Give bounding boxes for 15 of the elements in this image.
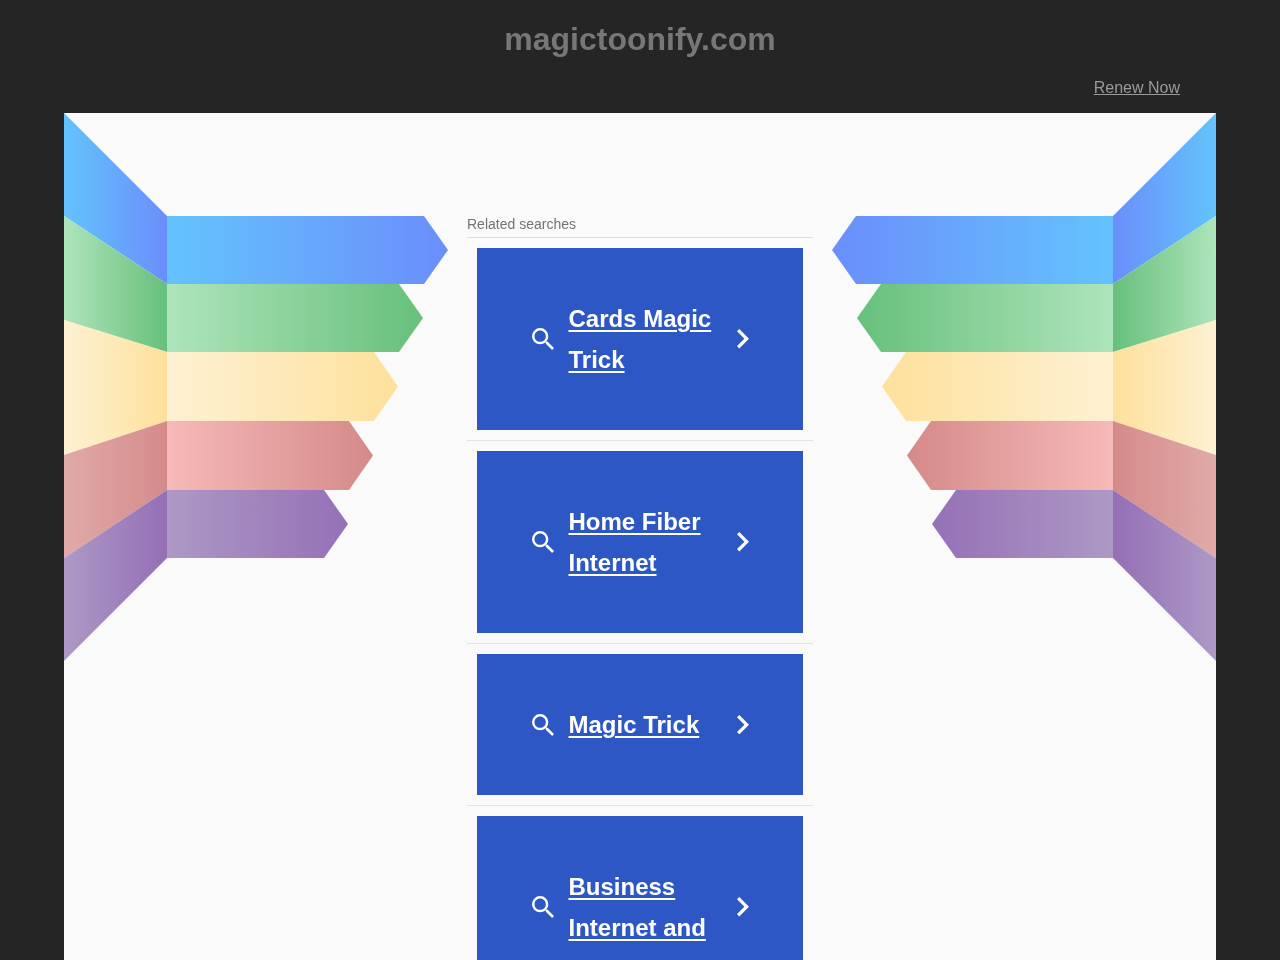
chevron-right-icon: [736, 897, 749, 917]
chevron-right-icon: [736, 532, 749, 552]
related-search-link[interactable]: Business Internet and: [477, 816, 803, 960]
site-title: magictoonify.com: [504, 20, 776, 58]
chevron-right-icon: [736, 329, 749, 349]
search-icon: [531, 328, 554, 350]
search-icon: [531, 713, 554, 736]
renew-now-link[interactable]: Renew Now: [1093, 79, 1180, 97]
related-search-link[interactable]: Home Fiber Internet: [477, 451, 803, 633]
section-heading: Related searches: [467, 216, 813, 238]
search-icon: [531, 531, 554, 553]
chevron-right-icon: [736, 714, 749, 735]
search-icon: [531, 896, 554, 918]
related-search-link[interactable]: Magic Trick: [477, 654, 803, 795]
related-search-link[interactable]: Cards Magic Trick: [477, 248, 803, 430]
